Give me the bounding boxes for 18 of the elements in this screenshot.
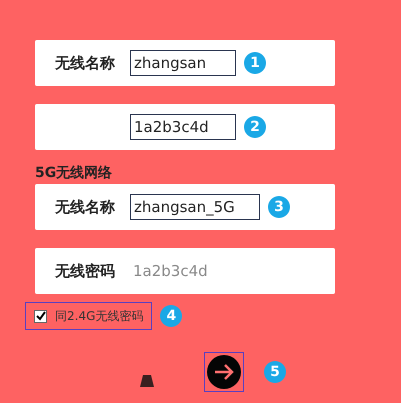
checkmark-icon xyxy=(36,311,46,321)
next-button[interactable] xyxy=(204,352,244,392)
input-field[interactable]: zhangsan xyxy=(130,50,236,76)
field-label: 无线名称 xyxy=(55,54,115,72)
input-field[interactable]: zhangsan_5G xyxy=(130,194,260,220)
input-field[interactable]: 1a2b3c4d xyxy=(130,114,236,140)
step-number-badge: 3 xyxy=(268,196,290,218)
field-label: 无线名称 xyxy=(55,198,115,216)
step-number-badge: 2 xyxy=(244,116,266,138)
device-icon xyxy=(140,375,154,387)
step-number-badge: 5 xyxy=(264,361,286,383)
section-heading: 5G无线网络 xyxy=(35,164,114,182)
step-number-badge: 4 xyxy=(160,305,182,327)
step-number-badge: 1 xyxy=(244,52,266,74)
field-label: 无线密码 xyxy=(55,262,115,280)
checkbox[interactable] xyxy=(34,310,47,322)
same-password-checkbox[interactable]: 同2.4G无线密码 xyxy=(25,302,152,330)
input-field[interactable]: 1a2b3c4d xyxy=(130,258,250,284)
